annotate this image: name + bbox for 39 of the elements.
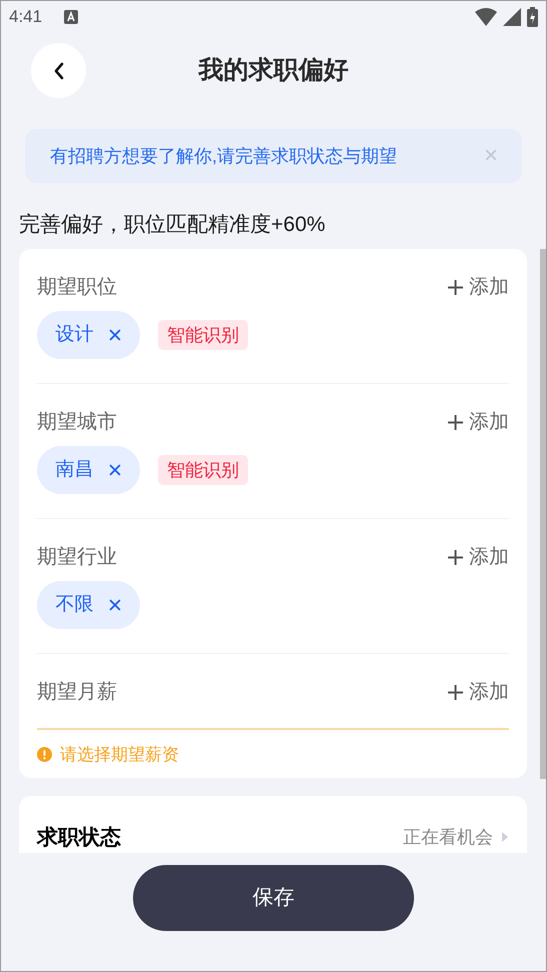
chevron-icon [501,831,509,844]
selected-tag[interactable]: 设计 [37,311,140,359]
remove-icon[interactable] [108,598,122,612]
section-title: 期望月薪 [37,680,117,705]
job-status-label: 求职状态 [37,824,121,850]
auto-detect-badge: 智能识别 [158,455,248,485]
remove-icon[interactable] [108,328,122,342]
tag-text: 南昌 [56,458,94,482]
wifi-icon [475,8,497,26]
status-time: 4:41 [9,6,42,28]
plus-icon [448,280,463,294]
selected-tag[interactable]: 不限 [37,581,140,629]
auto-detect-badge: 智能识别 [158,320,248,350]
section-title: 期望行业 [37,545,117,570]
add-button[interactable]: 添加 [448,677,509,707]
selected-tag[interactable]: 南昌 [37,446,140,494]
save-button[interactable]: 保存 [133,865,414,931]
plus-icon [448,684,463,700]
subtitle: 完善偏好，职位匹配精准度+60% [19,213,326,236]
add-button[interactable]: 添加 [448,407,509,437]
signal-icon [503,8,521,26]
warning-text: 请选择期望薪资 [60,744,179,766]
remove-icon[interactable] [108,463,122,477]
notice-text: 有招聘方想要了解你,请完善求职状态与期望 [50,144,398,168]
job-status-value: 正在看机会 [403,826,493,849]
page-title: 我的求职偏好 [198,55,348,86]
section-title: 期望职位 [37,275,117,300]
tag-text: 设计 [56,322,94,347]
warning-icon [37,747,52,762]
section-title: 期望城市 [37,410,117,435]
plus-icon [448,414,463,430]
add-button[interactable]: 添加 [448,542,509,572]
back-icon [52,62,64,80]
battery-icon [527,7,538,27]
keyboard-app-icon [64,10,78,24]
plus-icon [448,550,463,564]
job-status-card[interactable]: 求职状态 正在看机会 [19,796,527,853]
add-button[interactable]: 添加 [448,272,509,302]
tag-text: 不限 [56,592,94,617]
